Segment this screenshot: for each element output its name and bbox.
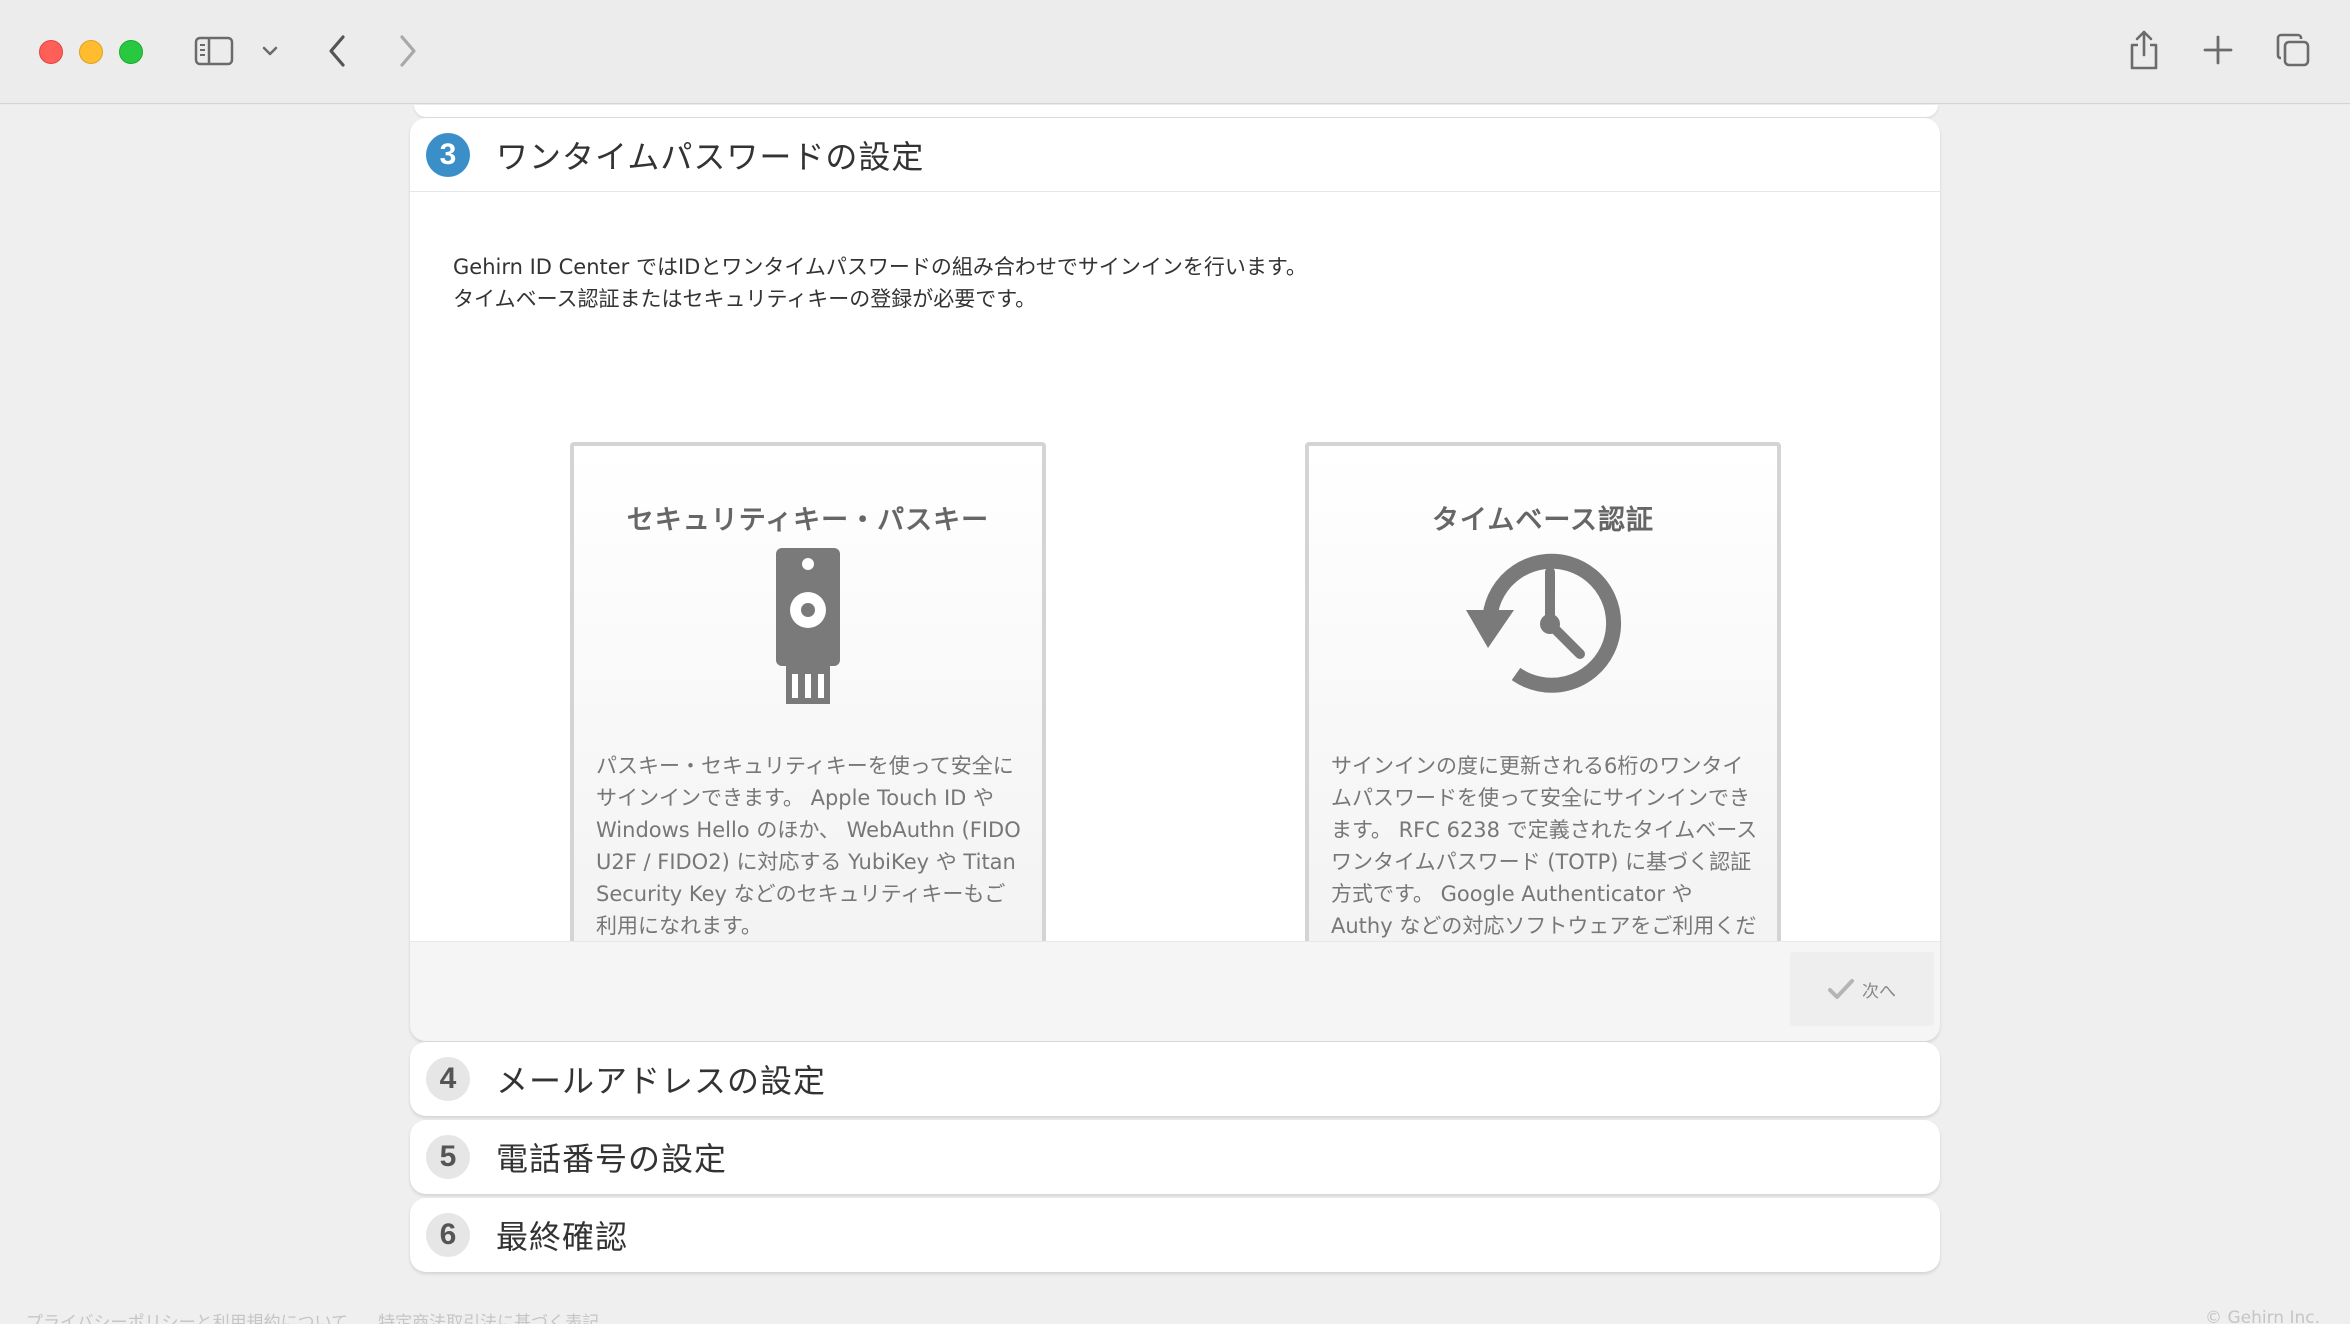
checkmark-icon: [1828, 979, 1854, 999]
intro-line: タイムベース認証またはセキュリティキーの登録が必要です。: [453, 287, 1037, 311]
security-key-icon: [574, 546, 1042, 706]
copyright: © Gehirn Inc.: [2205, 1308, 2320, 1324]
previous-step-card: [414, 105, 1938, 117]
zoom-window-button[interactable]: [119, 40, 143, 64]
option-security-key[interactable]: セキュリティキー・パスキー パスキー・セキュリティキーを使って安全にサインインで…: [570, 442, 1046, 1014]
tabs-overview-icon[interactable]: [2274, 31, 2312, 69]
option-title: セキュリティキー・パスキー: [626, 505, 990, 536]
option-description: パスキー・セキュリティキーを使って安全にサインインできます。 Apple Tou…: [596, 754, 1021, 938]
back-icon[interactable]: [322, 32, 352, 70]
privacy-policy-link[interactable]: プライバシーポリシーと利用規約について: [26, 1308, 348, 1324]
step-header: 5 電話番号の設定: [410, 1120, 1940, 1194]
step-card-email[interactable]: 4 メールアドレスの設定: [410, 1042, 1940, 1116]
history-clock-icon: [1309, 546, 1777, 706]
step-header[interactable]: 3 ワンタイムパスワードの設定: [410, 118, 1940, 192]
next-button[interactable]: 次へ: [1790, 952, 1934, 1026]
step-card-confirm[interactable]: 6 最終確認: [410, 1198, 1940, 1272]
option-title: タイムベース認証: [1431, 505, 1655, 536]
close-window-button[interactable]: [39, 40, 63, 64]
step-card-otp: 3 ワンタイムパスワードの設定 Gehirn ID Center ではIDとワン…: [410, 118, 1940, 1041]
next-button-label: 次へ: [1862, 981, 1896, 1002]
commerce-law-link[interactable]: 特定商法取引法に基づく表記: [378, 1308, 599, 1324]
sidebar-icon[interactable]: [194, 34, 234, 68]
step-intro: Gehirn ID Center ではIDとワンタイムパスワードの組み合わせでサ…: [453, 251, 1307, 315]
step-number-badge: 3: [426, 132, 470, 177]
step-number-badge: 4: [426, 1057, 470, 1101]
step-title: 最終確認: [496, 1218, 629, 1256]
step-title: ワンタイムパスワードの設定: [496, 137, 925, 176]
intro-line: Gehirn ID Center ではIDとワンタイムパスワードの組み合わせでサ…: [453, 255, 1307, 279]
step-title: 電話番号の設定: [496, 1140, 728, 1178]
step-number-badge: 6: [426, 1213, 470, 1257]
forward-icon[interactable]: [393, 32, 423, 70]
page-content: 3 ワンタイムパスワードの設定 Gehirn ID Center ではIDとワン…: [0, 105, 2350, 1324]
minimize-window-button[interactable]: [79, 40, 103, 64]
option-time-based[interactable]: タイムベース認証 サインインの度に更新される6桁のワンタイムパスワードを使って安…: [1305, 442, 1781, 1014]
step-card-phone[interactable]: 5 電話番号の設定: [410, 1120, 1940, 1194]
step-title: メールアドレスの設定: [496, 1062, 827, 1100]
step-header: 6 最終確認: [410, 1198, 1940, 1272]
step-number-badge: 5: [426, 1135, 470, 1179]
chevron-down-icon[interactable]: [258, 40, 282, 62]
share-icon[interactable]: [2126, 28, 2162, 72]
footer-links: プライバシーポリシーと利用規約について 特定商法取引法に基づく表記: [26, 1308, 599, 1324]
browser-toolbar: [0, 0, 2350, 104]
plus-icon[interactable]: [2200, 32, 2236, 68]
step-header: 4 メールアドレスの設定: [410, 1042, 1940, 1116]
step-footer: 次へ: [410, 941, 1940, 1041]
